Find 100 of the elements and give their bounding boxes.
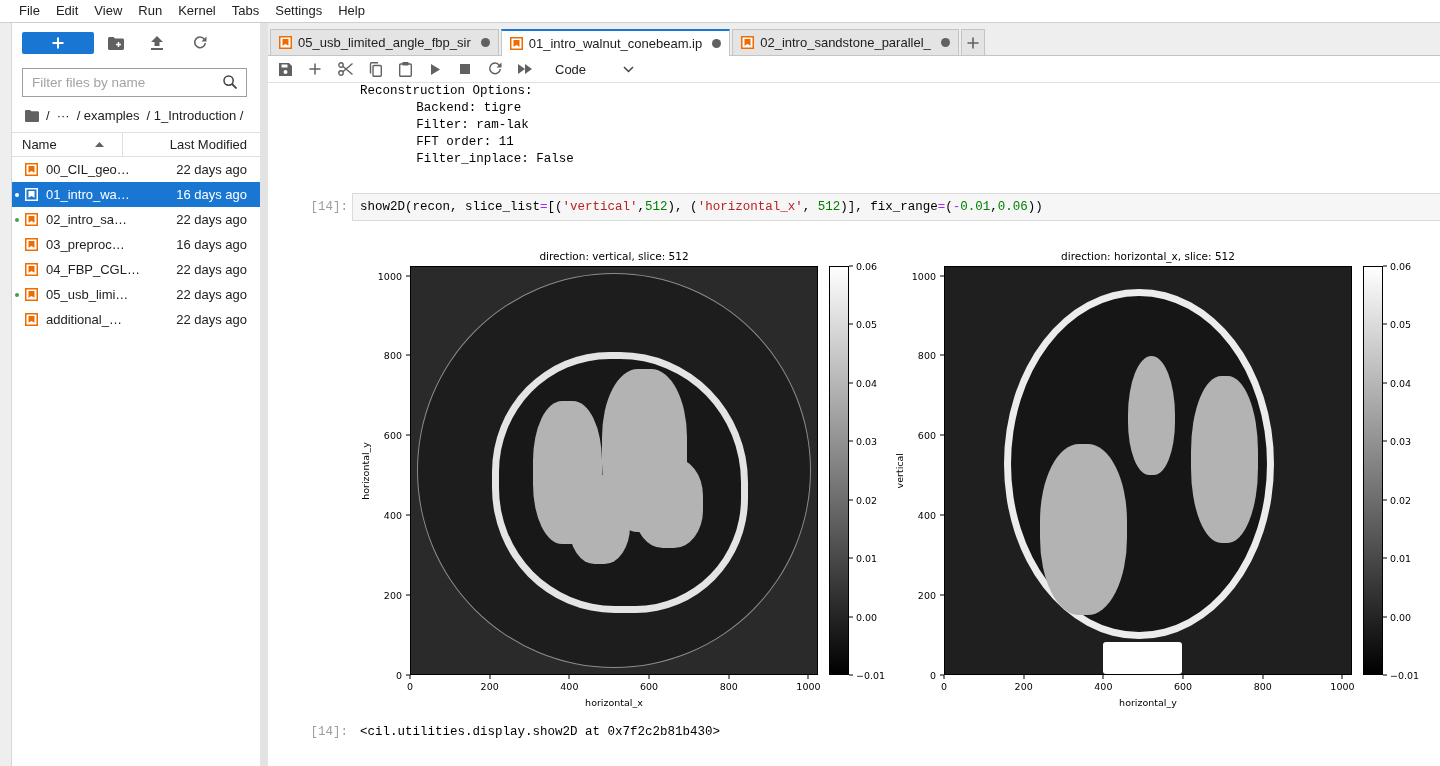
y-axis-label: horizontal_y (360, 441, 371, 500)
file-name: 05_usb_limi… (46, 287, 129, 302)
new-launcher-button[interactable] (22, 32, 94, 54)
colorbar-tick-label: 0.01 (1390, 552, 1412, 564)
x-tick-label: 600 (640, 681, 659, 692)
file-row[interactable]: additional_… 22 days ago (12, 307, 260, 332)
notebook-icon (25, 288, 38, 301)
fast-forward-icon (518, 64, 532, 74)
colorbar-tick-label: 0.04 (856, 377, 878, 389)
plot-title: direction: vertical, slice: 512 (539, 249, 689, 263)
y-tick-label: 400 (917, 509, 936, 521)
modified-date: 22 days ago (176, 287, 247, 302)
x-tick-label: 400 (1094, 681, 1113, 692)
output-prompt: [14]: (310, 724, 348, 741)
modified-date: 16 days ago (176, 237, 247, 252)
plus-icon (966, 36, 979, 49)
menu-item[interactable]: Run (130, 1, 171, 21)
file-name: 01_intro_wa… (46, 187, 130, 202)
breadcrumb-item[interactable]: ··· (56, 107, 70, 125)
colorbar-tick-label: 0.06 (1390, 260, 1412, 272)
y-tick-label: 400 (383, 509, 402, 521)
copy-icon (368, 61, 382, 77)
notebook-tab[interactable]: 01_intro_walnut_conebeam.ip (500, 29, 731, 56)
file-row[interactable]: 02_intro_sa… 22 days ago (12, 207, 260, 232)
modified-date: 22 days ago (176, 162, 247, 177)
new-tab-button[interactable] (960, 29, 985, 55)
colorbar-tick-label: −0.01 (856, 669, 886, 681)
colorbar-tick-label: 0.05 (1390, 318, 1412, 330)
y-tick-label: 200 (917, 589, 936, 601)
input-prompt: [14]: (310, 198, 348, 216)
x-tick-label: 600 (1174, 681, 1193, 692)
file-row[interactable]: 04_FBP_CGL… 22 days ago (12, 257, 260, 282)
file-name: 02_intro_sa… (46, 212, 127, 227)
file-name: 04_FBP_CGL… (46, 262, 140, 277)
plus-icon (52, 37, 64, 49)
y-axis-label: vertical (894, 452, 905, 489)
search-icon (223, 75, 237, 89)
x-tick-label: 0 (407, 681, 413, 692)
column-header[interactable]: Name (12, 133, 123, 156)
output-text: <cil.utilities.display.show2D at 0x7f2c2b81b430> (360, 724, 721, 741)
plot-title: direction: horizontal_x, slice: 512 (1061, 249, 1235, 263)
y-tick-label: 1000 (911, 270, 936, 282)
notebook-icon (279, 36, 292, 49)
menu-item[interactable]: View (86, 1, 131, 21)
breadcrumb-item[interactable]: / (46, 107, 50, 125)
upload-icon (151, 36, 163, 50)
breadcrumb-item[interactable]: / 1_Introduction / (146, 107, 244, 125)
file-row[interactable]: 05_usb_limi… 22 days ago (12, 282, 260, 307)
y-tick-label: 600 (917, 429, 936, 441)
x-tick-label: 800 (1253, 681, 1272, 692)
x-tick-label: 1000 (796, 681, 821, 692)
x-tick-label: 800 (719, 681, 738, 692)
chevron-down-icon (623, 65, 634, 73)
colorbar-tick-label: 0.00 (856, 611, 878, 623)
notebook-icon (25, 263, 38, 276)
colorbar-tick-label: 0.03 (856, 435, 878, 447)
modified-date: 16 days ago (176, 187, 247, 202)
menu-item[interactable]: Kernel (170, 1, 224, 21)
column-header[interactable]: Last Modified (123, 133, 260, 156)
file-name: 03_preproc… (46, 237, 125, 252)
x-tick-label: 200 (1014, 681, 1033, 692)
menu-item[interactable]: Help (330, 1, 373, 21)
menu-item[interactable]: Tabs (223, 1, 268, 21)
notebook-icon (25, 313, 38, 326)
x-axis-label: horizontal_x (585, 696, 643, 708)
y-tick-label: 800 (383, 349, 402, 361)
modified-date: 22 days ago (176, 212, 247, 227)
cell-type-dropdown[interactable]: Code (549, 58, 639, 80)
file-row[interactable]: 03_preproc… 16 days ago (12, 232, 260, 257)
breadcrumb-item[interactable]: / examples (76, 107, 140, 125)
colorbar-tick-label: 0.00 (1390, 611, 1412, 623)
x-tick-label: 1000 (1330, 681, 1355, 692)
unsaved-dot-icon[interactable] (940, 38, 950, 47)
folder-plus-icon (108, 36, 124, 50)
stop-icon (460, 64, 470, 74)
y-tick-label: 200 (383, 589, 402, 601)
notebook-tab[interactable]: 05_usb_limited_angle_fbp_sir (270, 29, 499, 55)
notebook-icon (741, 36, 755, 49)
notebook-tab[interactable]: 02_intro_sandstone_parallel_ (732, 29, 959, 55)
menu-item[interactable]: File (11, 1, 48, 21)
code-editor[interactable]: show2D(recon, slice_list=[('vertical',512), ('horizontal_x', 512)], fix_range=(-0.01,0.06)) (352, 193, 1440, 221)
x-tick-label: 400 (560, 681, 579, 692)
filter-field[interactable]: Filter files by name (22, 68, 247, 97)
file-row[interactable]: 00_CIL_geo… 22 days ago (12, 157, 260, 182)
file-row[interactable]: 01_intro_wa… 16 days ago (12, 182, 260, 207)
unsaved-dot-icon[interactable] (480, 38, 490, 47)
colorbar-tick-label: 0.04 (1390, 377, 1412, 389)
menu-item[interactable]: Settings (267, 1, 331, 21)
menu-item[interactable]: Edit (47, 1, 87, 21)
folder-icon[interactable] (25, 110, 39, 122)
notebook-icon (25, 163, 38, 176)
x-axis-label: horizontal_y (1119, 696, 1177, 708)
notebook-icon (25, 238, 38, 251)
notebook-icon (25, 188, 38, 201)
save-icon (278, 62, 292, 76)
unsaved-dot-icon[interactable] (712, 39, 722, 48)
y-tick-label: 800 (917, 349, 936, 361)
file-name: additional_… (46, 312, 122, 327)
colorbar-tick-label: 0.02 (1390, 494, 1412, 506)
output-text: Reconstruction Options: Backend: tigre Filter: ram-lak FFT order: 11 Filter_inplace: False (360, 83, 574, 168)
